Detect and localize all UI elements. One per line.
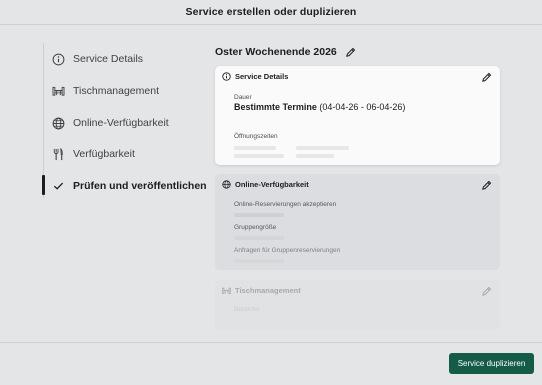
sidebar-item-verfuegbarkeit[interactable]: Verfügbarkeit: [44, 143, 214, 165]
service-modal: Service erstellen oder duplizieren Servi…: [0, 0, 542, 385]
edit-tables-icon[interactable]: [481, 286, 492, 297]
modal-title: Service erstellen oder duplizieren: [185, 6, 357, 18]
card-title: Tischmanagement: [235, 286, 301, 295]
opening-hours-label: Öffnungszeiten: [234, 133, 278, 140]
duration-value: Bestimmte Termine (04-04-26 - 06-04-26): [234, 102, 405, 112]
sidebar-item-label: Verfügbarkeit: [73, 148, 135, 160]
modal-header: Service erstellen oder duplizieren: [0, 0, 542, 25]
card-header: Tischmanagement: [222, 286, 301, 295]
duration-label: Dauer: [234, 94, 252, 101]
globe-icon: [222, 180, 231, 189]
duplicate-service-button[interactable]: Service duplizieren: [449, 353, 534, 374]
loading-placeholder: [296, 154, 334, 158]
edit-service-name-icon[interactable]: [345, 47, 356, 58]
sidebar-item-label: Prüfen und veröffentlichen: [73, 180, 207, 192]
loading-placeholder: [234, 259, 284, 263]
info-icon: [51, 52, 65, 66]
tables-card: Tischmanagement Bereiche: [215, 280, 500, 330]
service-details-card: Service Details Dauer Bestimmte Termine …: [215, 66, 500, 165]
loading-placeholder: [234, 236, 284, 240]
loading-placeholder: [234, 146, 276, 150]
sidebar-item-label: Service Details: [73, 53, 144, 65]
group-requests-label: Anfragen für Gruppenreservierungen: [234, 247, 341, 254]
online-availability-card: Online-Verfügbarkeit Online-Reservierung…: [215, 174, 500, 270]
loading-placeholder: [296, 146, 349, 150]
edit-online-icon[interactable]: [481, 180, 492, 191]
card-header: Online-Verfügbarkeit: [222, 180, 309, 189]
steps-sidebar: Service Details Tischmanagement Online-V…: [42, 43, 214, 198]
service-name: Oster Wochenende 2026: [215, 46, 337, 58]
card-header: Service Details: [222, 72, 288, 81]
area-label: Bereiche: [234, 306, 260, 313]
group-size-label: Gruppengröße: [234, 224, 277, 231]
card-title: Online-Verfügbarkeit: [235, 180, 309, 189]
table-icon: [51, 84, 65, 98]
sidebar-item-tischmanagement[interactable]: Tischmanagement: [44, 80, 214, 102]
sidebar-item-label: Online-Verfügbarkeit: [73, 117, 169, 129]
sidebar-item-pruefen[interactable]: Prüfen und veröffentlichen: [44, 175, 214, 197]
check-icon: [51, 179, 65, 193]
cutlery-icon: [51, 147, 65, 161]
card-title: Service Details: [235, 72, 289, 81]
sidebar-item-label: Tischmanagement: [73, 85, 159, 97]
sidebar-item-service-details[interactable]: Service Details: [44, 48, 214, 70]
edit-details-icon[interactable]: [481, 72, 492, 83]
sidebar-item-online-verfuegbarkeit[interactable]: Online-Verfügbarkeit: [44, 112, 214, 134]
info-icon: [222, 72, 231, 81]
service-title-row: Oster Wochenende 2026: [215, 46, 356, 58]
table-icon: [222, 286, 231, 295]
duration-type: Bestimmte Termine: [234, 102, 317, 112]
loading-placeholder: [234, 154, 284, 158]
globe-icon: [51, 116, 65, 130]
duration-range: (04-04-26 - 06-04-26): [319, 102, 406, 112]
accept-online-label: Online-Reservierungen akzeptieren: [234, 201, 337, 208]
loading-placeholder: [234, 213, 284, 217]
